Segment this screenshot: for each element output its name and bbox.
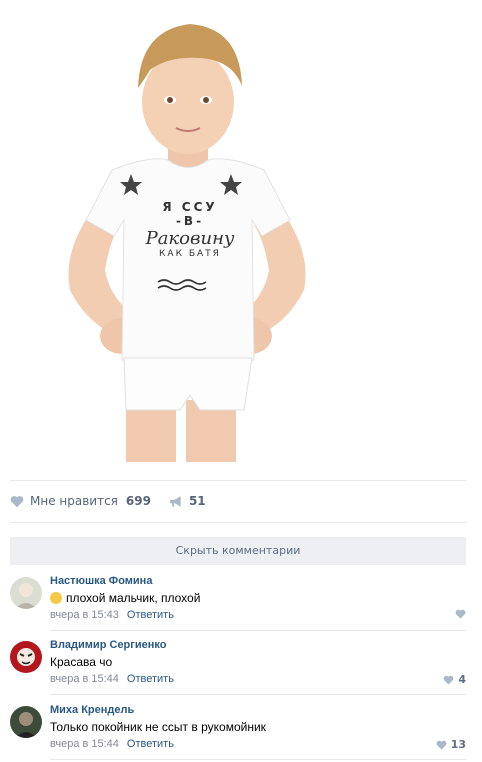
avatar[interactable] bbox=[10, 706, 42, 738]
post-actions: Мне нравится 699 51 bbox=[10, 490, 206, 512]
post-photo[interactable]: Я ССУ -В- Раковину КАК БАТЯ bbox=[0, 0, 482, 470]
share-count: 51 bbox=[188, 494, 206, 508]
share-button[interactable]: 51 bbox=[169, 494, 206, 508]
comment-author[interactable]: Настюшка Фомина bbox=[50, 575, 152, 587]
comment-like-button[interactable]: 4 bbox=[443, 673, 466, 686]
like-label: Мне нравится bbox=[30, 494, 118, 508]
avatar[interactable] bbox=[10, 577, 42, 609]
comment-meta: вчера в 15:44 Ответить bbox=[50, 738, 174, 750]
avatar-image bbox=[10, 577, 42, 609]
comment-meta: вчера в 15:43 Ответить bbox=[50, 609, 174, 621]
reply-link[interactable]: Ответить bbox=[127, 673, 174, 685]
shirt-line-3: Раковину bbox=[145, 228, 235, 249]
divider-comment-2 bbox=[50, 694, 466, 695]
heart-icon bbox=[443, 675, 454, 685]
avatar-image bbox=[10, 641, 42, 673]
heart-icon bbox=[10, 495, 24, 507]
comment-item: Миха Крендель Только покойник не ссыт в … bbox=[10, 702, 466, 760]
comment-author[interactable]: Владимир Сергиенко bbox=[50, 639, 166, 651]
reply-link[interactable]: Ответить bbox=[127, 609, 174, 621]
comment-time[interactable]: вчера в 15:43 bbox=[50, 609, 119, 621]
comment-like-button[interactable] bbox=[455, 609, 466, 619]
hide-comments-button[interactable]: Скрыть комментарии bbox=[10, 537, 466, 565]
comment-like-count: 4 bbox=[458, 673, 466, 686]
comment-item: Владимир Сергиенко Красава чо вчера в 15… bbox=[10, 637, 466, 695]
comment-time[interactable]: вчера в 15:44 bbox=[50, 738, 119, 750]
shirt-line-1: Я ССУ bbox=[162, 200, 218, 214]
comment-text: плохой мальчик, плохой bbox=[50, 591, 200, 605]
avatar-image bbox=[10, 706, 42, 738]
weary-face-icon bbox=[50, 592, 62, 604]
megaphone-icon bbox=[170, 495, 181, 507]
avatar[interactable] bbox=[10, 641, 42, 673]
comment-meta: вчера в 15:44 Ответить bbox=[50, 673, 174, 685]
comment-like-count: 13 bbox=[450, 738, 466, 751]
divider-mid bbox=[10, 522, 466, 523]
divider-bottom bbox=[50, 759, 466, 760]
comment-like-button[interactable]: 13 bbox=[436, 738, 466, 751]
heart-icon bbox=[455, 609, 466, 619]
divider-top bbox=[10, 480, 466, 481]
heart-icon bbox=[436, 740, 447, 750]
shirt-print: Я ССУ -В- Раковину КАК БАТЯ bbox=[130, 200, 250, 259]
divider-comment-1 bbox=[50, 630, 466, 631]
comment-author[interactable]: Миха Крендель bbox=[50, 704, 134, 716]
shirt-line-2: -В- bbox=[175, 214, 205, 228]
comment-text: Только покойник не ссыт в рукомойник bbox=[50, 720, 266, 734]
comment-text-body: плохой мальчик, плохой bbox=[66, 591, 201, 605]
comment-text: Красава чо bbox=[50, 655, 113, 669]
like-button[interactable]: Мне нравится 699 bbox=[10, 494, 151, 508]
like-count: 699 bbox=[125, 494, 151, 508]
comment-item: Настюшка Фомина плохой мальчик, плохой в… bbox=[10, 573, 466, 631]
shirt-line-4: КАК БАТЯ bbox=[159, 249, 221, 259]
comment-time[interactable]: вчера в 15:44 bbox=[50, 673, 119, 685]
reply-link[interactable]: Ответить bbox=[127, 738, 174, 750]
